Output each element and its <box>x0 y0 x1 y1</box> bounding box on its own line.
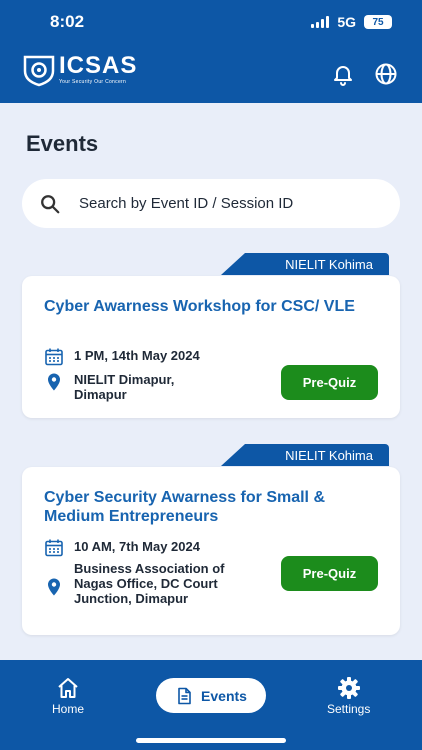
event-card[interactable]: Cyber Awarness Workshop for CSC/ VLE 1 P… <box>22 276 400 418</box>
app-logo: ICSAS Your Security Our Concern <box>22 53 137 87</box>
gear-icon <box>337 677 360 699</box>
logo-title: ICSAS <box>59 52 138 79</box>
status-indicators: 5G 75 <box>311 14 392 30</box>
app-header: 8:02 5G 75 ICSAS Your Security Our Conce… <box>0 0 422 103</box>
calendar-icon <box>45 348 63 366</box>
event-location-row: NIELIT Dimapur, Dimapur <box>44 372 214 402</box>
globe-language-icon[interactable] <box>374 62 398 86</box>
pre-quiz-button[interactable]: Pre-Quiz <box>281 556 378 591</box>
event-organizer-tab: NIELIT Kohima <box>221 444 389 466</box>
signal-icon <box>311 16 330 28</box>
status-time: 8:02 <box>50 12 85 31</box>
event-datetime: 1 PM, 14th May 2024 <box>74 348 200 363</box>
bottom-navigation: Home Events Settings <box>0 660 422 750</box>
event-organizer-tab: NIELIT Kohima <box>221 253 389 275</box>
document-icon <box>178 687 191 704</box>
nav-home[interactable]: Home <box>52 676 84 716</box>
logo-tagline: Your Security Our Concern <box>59 79 127 85</box>
event-title: Cyber Awarness Workshop for CSC/ VLE <box>44 298 355 315</box>
page-title: Events <box>26 131 99 156</box>
battery-icon: 75 <box>364 15 392 29</box>
search-placeholder: Search by Event ID / Session ID <box>79 195 294 212</box>
event-card[interactable]: Cyber Security Awarness for Small & Medi… <box>22 467 400 635</box>
nav-events-label: Events <box>201 687 247 704</box>
location-pin-icon <box>48 578 60 596</box>
network-type: 5G <box>337 14 356 30</box>
shield-logo-icon <box>23 55 55 87</box>
event-datetime-row: 1 PM, 14th May 2024 <box>44 347 200 367</box>
location-pin-icon <box>48 373 60 391</box>
home-icon <box>58 678 78 698</box>
event-location: NIELIT Dimapur, Dimapur <box>74 372 175 402</box>
event-location: Business Association of Nagas Office, DC… <box>74 561 225 606</box>
notification-bell-icon[interactable] <box>331 62 355 86</box>
home-indicator <box>136 738 286 743</box>
event-location-row: Business Association of Nagas Office, DC… <box>44 561 239 606</box>
nav-settings-label: Settings <box>327 702 371 716</box>
pre-quiz-button[interactable]: Pre-Quiz <box>281 365 378 400</box>
event-datetime: 10 AM, 7th May 2024 <box>74 539 200 554</box>
event-datetime-row: 10 AM, 7th May 2024 <box>44 538 200 558</box>
nav-events[interactable]: Events <box>156 678 266 713</box>
search-icon <box>41 194 60 213</box>
event-title: Cyber Security Awarness for Small & Medi… <box>44 489 325 525</box>
nav-settings[interactable]: Settings <box>327 676 370 716</box>
nav-home-label: Home <box>52 702 85 716</box>
search-input[interactable]: Search by Event ID / Session ID <box>22 179 400 228</box>
status-bar: 8:02 5G 75 <box>0 0 422 46</box>
calendar-icon <box>45 539 63 557</box>
